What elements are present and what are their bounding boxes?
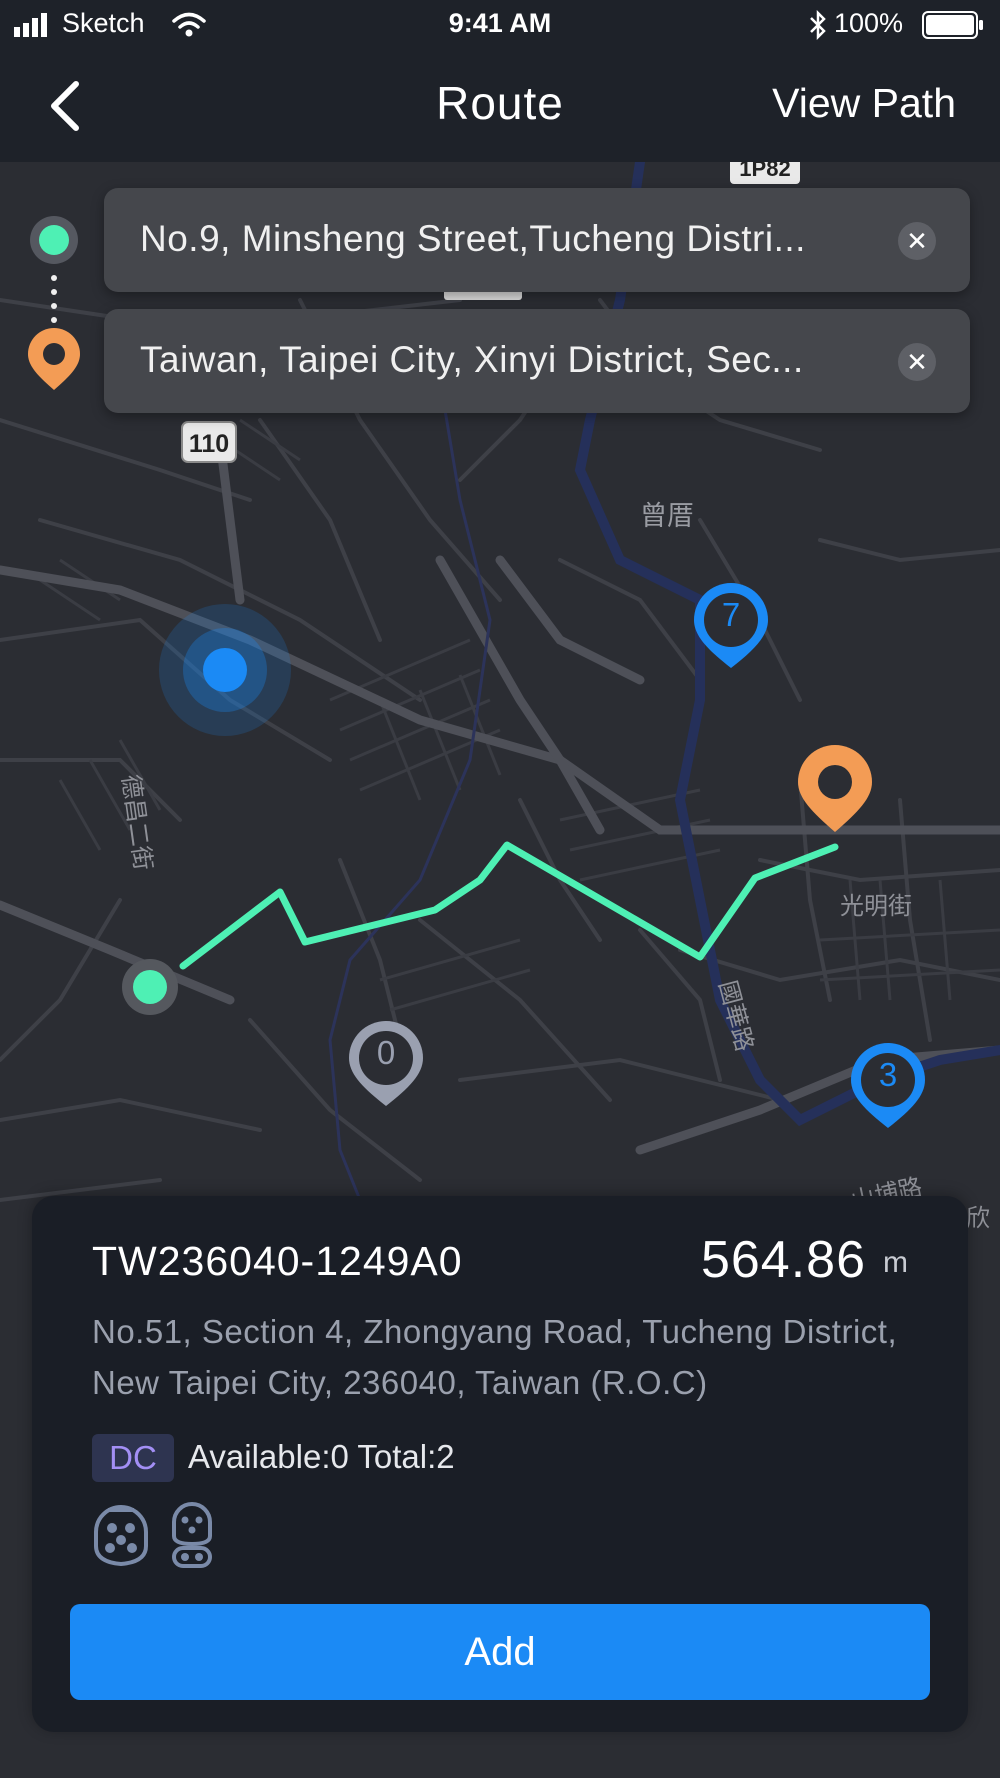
close-icon: ✕	[906, 347, 928, 377]
destination-pin[interactable]	[798, 745, 872, 832]
station-address: No.51, Section 4, Zhongyang Road, Tuchen…	[92, 1313, 898, 1401]
map-label-edge: 欣	[966, 1205, 990, 1232]
status-bar: Sketch 9:41 AM 100%	[0, 0, 1000, 50]
origin-marker[interactable]	[122, 959, 178, 1015]
station-id: TW236040-1249A0	[92, 1238, 463, 1284]
charger-type-badge: DC	[92, 1434, 174, 1482]
bluetooth-icon	[810, 10, 826, 40]
current-location-dot	[159, 604, 291, 736]
route-connector-dots	[51, 275, 57, 323]
battery-percent: 100%	[834, 8, 904, 38]
battery-icon	[922, 11, 983, 39]
availability-text: Available:0 Total:2	[188, 1438, 455, 1475]
station-marker-0-label: 0	[376, 1034, 396, 1071]
map-label-street-2: 光明街	[840, 893, 912, 920]
type2-connector-icon	[94, 1505, 148, 1567]
route-line	[179, 841, 839, 970]
station-marker-7-label: 7	[721, 596, 741, 633]
close-icon: ✕	[906, 226, 928, 256]
distance-value: 564.86	[700, 1231, 866, 1289]
origin-indicator	[30, 216, 78, 264]
clear-origin-button[interactable]: ✕	[898, 222, 936, 260]
view-path-button[interactable]: View Path	[772, 80, 956, 127]
add-button[interactable]: Add	[70, 1604, 930, 1700]
nav-bar: Route View Path	[0, 50, 1000, 162]
station-info-card[interactable]: TW236040-1249A0 564.86 m No.51, Section …	[32, 1196, 968, 1732]
clear-destination-button[interactable]: ✕	[898, 343, 936, 381]
road-badge-110-label: 110	[188, 430, 230, 458]
ccs-connector-icon	[172, 1502, 212, 1568]
station-marker-3-label: 3	[878, 1056, 898, 1093]
origin-field[interactable]: No.9, Minsheng Street,Tucheng Distri... …	[104, 188, 970, 292]
destination-indicator	[28, 328, 80, 390]
destination-field-value[interactable]: Taiwan, Taipei City, Xinyi District, Sec…	[140, 339, 804, 381]
destination-field[interactable]: Taiwan, Taipei City, Xinyi District, Sec…	[104, 309, 970, 413]
origin-field-value[interactable]: No.9, Minsheng Street,Tucheng Distri...	[140, 218, 806, 260]
distance-unit: m	[883, 1246, 908, 1279]
map-label-district: 曾厝	[640, 501, 694, 531]
